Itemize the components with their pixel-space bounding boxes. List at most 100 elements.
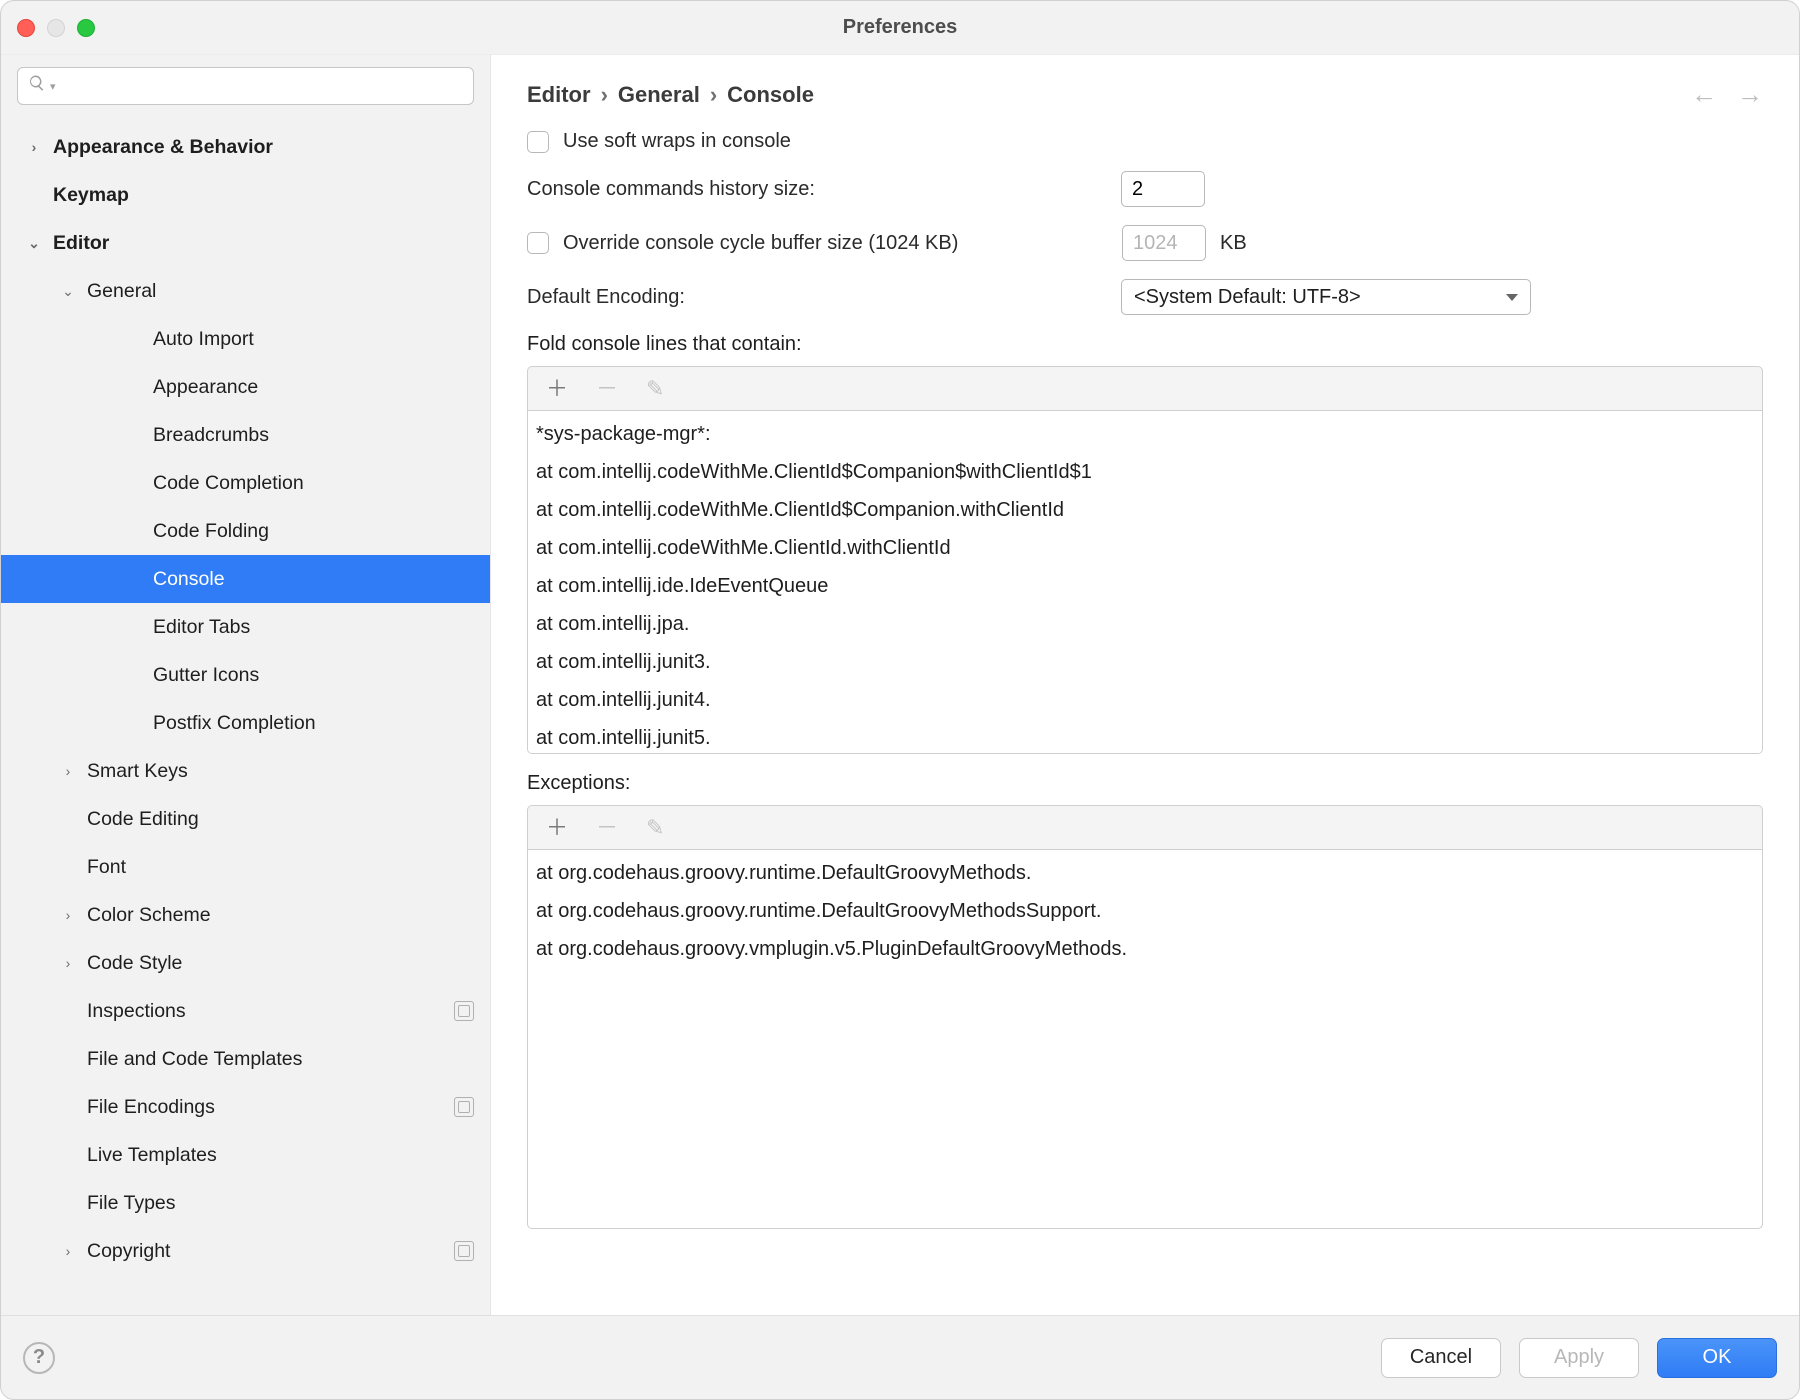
override-buffer-checkbox[interactable] (527, 232, 549, 254)
history-size-input[interactable] (1121, 171, 1205, 207)
chevron-right-icon[interactable]: › (59, 907, 77, 923)
fold-section-label: Fold console lines that contain: (527, 333, 1763, 356)
tree-item-code-folding[interactable]: Code Folding (1, 507, 490, 555)
buffer-unit-label: KB (1220, 232, 1247, 255)
chevron-right-icon[interactable]: › (59, 955, 77, 971)
list-item[interactable]: *sys-package-mgr*: (536, 415, 1754, 453)
tree-item-general[interactable]: ⌄ General (1, 267, 490, 315)
list-item[interactable]: at com.intellij.jpa. (536, 605, 1754, 643)
chevron-right-icon[interactable]: › (59, 763, 77, 779)
fold-patterns-list[interactable]: *sys-package-mgr*:at com.intellij.codeWi… (527, 410, 1763, 754)
soft-wraps-checkbox[interactable] (527, 131, 549, 153)
search-icon (28, 74, 46, 98)
tree-item-breadcrumbs[interactable]: Breadcrumbs (1, 411, 490, 459)
breadcrumb-part[interactable]: Editor (527, 82, 591, 107)
encoding-value: <System Default: UTF-8> (1134, 286, 1361, 309)
settings-search[interactable]: ▾ (17, 67, 474, 105)
tree-item-font[interactable]: Font (1, 843, 490, 891)
encoding-label: Default Encoding: (527, 286, 1107, 309)
preferences-window: Preferences ▾ ›Appearance & BehaviorKeym… (0, 0, 1800, 1400)
list-item[interactable]: at com.intellij.junit3. (536, 643, 1754, 681)
chevron-right-icon[interactable]: › (59, 1243, 77, 1259)
list-item[interactable]: at org.codehaus.groovy.runtime.DefaultGr… (536, 854, 1754, 892)
chevron-down-icon[interactable]: ⌄ (59, 283, 77, 300)
tree-item-label: Postfix Completion (153, 712, 316, 735)
tree-item-editor-tabs[interactable]: Editor Tabs (1, 603, 490, 651)
tree-item-label: Auto Import (153, 328, 254, 351)
exceptions-list[interactable]: at org.codehaus.groovy.runtime.DefaultGr… (527, 849, 1763, 1229)
nav-forward-icon[interactable]: → (1737, 79, 1763, 110)
breadcrumb-separator: › (601, 82, 608, 107)
tree-item-inspections[interactable]: Inspections (1, 987, 490, 1035)
tree-item-code-completion[interactable]: Code Completion (1, 459, 490, 507)
buffer-size-input (1122, 225, 1206, 261)
list-item[interactable]: at org.codehaus.groovy.vmplugin.v5.Plugi… (536, 930, 1754, 968)
tree-item-code-editing[interactable]: Code Editing (1, 795, 490, 843)
tree-item-label: Inspections (87, 1000, 186, 1023)
encoding-select[interactable]: <System Default: UTF-8> (1121, 279, 1531, 315)
help-button[interactable]: ? (23, 1342, 55, 1374)
tree-item-file-encodings[interactable]: File Encodings (1, 1083, 490, 1131)
tree-item-label: Breadcrumbs (153, 424, 269, 447)
settings-panel: Use soft wraps in console Console comman… (491, 120, 1799, 1315)
list-item[interactable]: at com.intellij.codeWithMe.ClientId$Comp… (536, 453, 1754, 491)
tree-item-appearance-behavior[interactable]: ›Appearance & Behavior (1, 123, 490, 171)
exceptions-section-label: Exceptions: (527, 772, 1763, 795)
history-size-label: Console commands history size: (527, 178, 1107, 201)
tree-item-auto-import[interactable]: Auto Import (1, 315, 490, 363)
list-item[interactable]: at com.intellij.junit5. (536, 719, 1754, 754)
sidebar: ▾ ›Appearance & BehaviorKeymap⌄Editor⌄Ge… (1, 55, 491, 1315)
add-icon[interactable]: ＋ (546, 378, 568, 400)
search-input[interactable] (62, 76, 463, 97)
minimize-window-button[interactable] (47, 19, 65, 37)
chevron-right-icon[interactable]: › (25, 139, 43, 155)
tree-item-label: Code Editing (87, 808, 199, 831)
tree-item-label: Live Templates (87, 1144, 217, 1167)
ok-button[interactable]: OK (1657, 1338, 1777, 1378)
tree-item-label: File and Code Templates (87, 1048, 302, 1071)
tree-item-live-templates[interactable]: Live Templates (1, 1131, 490, 1179)
remove-icon[interactable]: － (596, 817, 618, 839)
tree-item-file-types[interactable]: File Types (1, 1179, 490, 1227)
tree-item-label: Color Scheme (87, 904, 211, 927)
breadcrumb: Editor›General›Console (527, 82, 814, 108)
list-item[interactable]: at com.intellij.ide.IdeEventQueue (536, 567, 1754, 605)
remove-icon[interactable]: － (596, 378, 618, 400)
tree-item-appearance[interactable]: Appearance (1, 363, 490, 411)
tree-item-label: Appearance (153, 376, 258, 399)
breadcrumb-part[interactable]: Console (727, 82, 814, 107)
tree-item-label: General (87, 280, 156, 303)
edit-icon[interactable]: ✎ (646, 817, 664, 839)
tree-item-copyright[interactable]: ›Copyright (1, 1227, 490, 1275)
close-window-button[interactable] (17, 19, 35, 37)
list-item[interactable]: at org.codehaus.groovy.runtime.DefaultGr… (536, 892, 1754, 930)
tree-item-smart-keys[interactable]: ›Smart Keys (1, 747, 490, 795)
tree-item-console[interactable]: Console (1, 555, 490, 603)
tree-item-gutter-icons[interactable]: Gutter Icons (1, 651, 490, 699)
window-title: Preferences (1, 16, 1799, 39)
tree-item-code-style[interactable]: ›Code Style (1, 939, 490, 987)
search-dropdown-icon[interactable]: ▾ (50, 80, 56, 93)
chevron-down-icon[interactable]: ⌄ (25, 235, 43, 252)
cancel-button[interactable]: Cancel (1381, 1338, 1501, 1378)
content: ▾ ›Appearance & BehaviorKeymap⌄Editor⌄Ge… (1, 55, 1799, 1315)
tree-item-editor[interactable]: ⌄Editor (1, 219, 490, 267)
zoom-window-button[interactable] (77, 19, 95, 37)
list-item[interactable]: at com.intellij.codeWithMe.ClientId$Comp… (536, 491, 1754, 529)
tree-item-label: Code Folding (153, 520, 269, 543)
list-item[interactable]: at com.intellij.junit4. (536, 681, 1754, 719)
tree-item-postfix-completion[interactable]: Postfix Completion (1, 699, 490, 747)
tree-item-label: Editor Tabs (153, 616, 250, 639)
nav-back-icon[interactable]: ← (1691, 79, 1717, 110)
breadcrumb-part[interactable]: General (618, 82, 700, 107)
tree-item-keymap[interactable]: Keymap (1, 171, 490, 219)
tree-item-label: File Encodings (87, 1096, 215, 1119)
breadcrumb-nav: ← → (1691, 79, 1763, 110)
list-item[interactable]: at com.intellij.codeWithMe.ClientId.with… (536, 529, 1754, 567)
tree-item-file-and-code-templates[interactable]: File and Code Templates (1, 1035, 490, 1083)
edit-icon[interactable]: ✎ (646, 378, 664, 400)
apply-button[interactable]: Apply (1519, 1338, 1639, 1378)
settings-tree[interactable]: ›Appearance & BehaviorKeymap⌄Editor⌄Gene… (1, 115, 490, 1315)
tree-item-color-scheme[interactable]: › Color Scheme (1, 891, 490, 939)
add-icon[interactable]: ＋ (546, 817, 568, 839)
